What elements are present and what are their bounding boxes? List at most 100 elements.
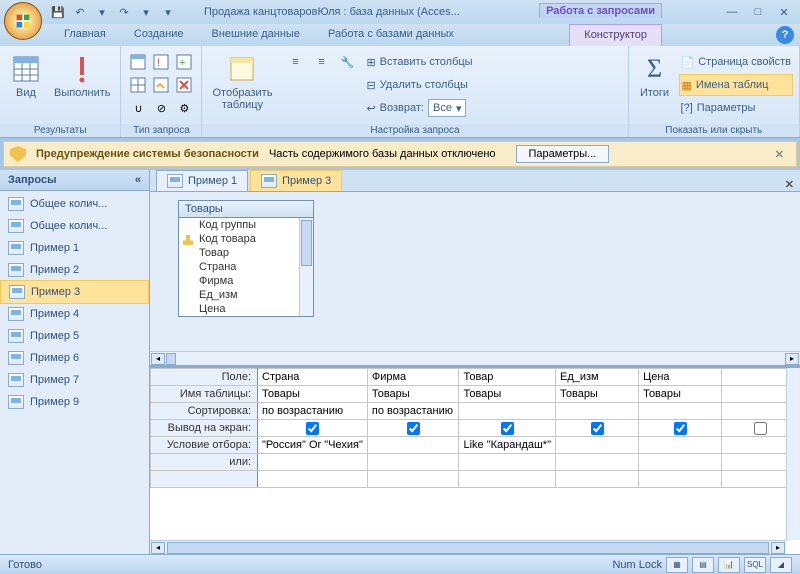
dropdown-icon[interactable]: ▾: [138, 4, 154, 20]
append-query-icon[interactable]: +: [173, 51, 195, 73]
doc-tab[interactable]: Пример 1: [156, 170, 248, 191]
datadef-query-icon[interactable]: ⚙: [173, 97, 195, 119]
nav-item[interactable]: Пример 4: [0, 303, 149, 325]
grid-cell[interactable]: по возрастанию: [258, 403, 368, 420]
table-field[interactable]: Товар: [179, 246, 313, 260]
security-close-button[interactable]: ✕: [769, 148, 790, 161]
grid-cell[interactable]: по возрастанию: [367, 403, 459, 420]
grid-cell[interactable]: Товары: [258, 386, 368, 403]
undo-icon[interactable]: ↶: [72, 4, 88, 20]
table-field[interactable]: Код товара: [179, 232, 313, 246]
grid-cell[interactable]: [367, 420, 459, 437]
nav-item[interactable]: Пример 2: [0, 259, 149, 281]
tab-external[interactable]: Внешние данные: [198, 24, 314, 46]
sql-view-button[interactable]: SQL: [744, 557, 766, 573]
return-combo[interactable]: Все▾: [428, 99, 467, 117]
property-sheet-button[interactable]: 📄Страница свойств: [679, 51, 793, 73]
minimize-button[interactable]: —: [720, 4, 744, 20]
scroll-right-icon[interactable]: ▸: [771, 542, 785, 554]
union-query-icon[interactable]: ∪: [127, 97, 149, 119]
show-checkbox[interactable]: [754, 422, 767, 435]
table-field[interactable]: Цена: [179, 302, 313, 316]
datasheet-view-button[interactable]: ▦: [666, 557, 688, 573]
grid-cell[interactable]: Товары: [459, 386, 556, 403]
tab-close-button[interactable]: ✕: [779, 178, 800, 191]
grid-cell[interactable]: Товар: [459, 369, 556, 386]
delete-rows-icon[interactable]: ≡: [310, 51, 332, 73]
grid-cell[interactable]: Like "Карандаш*": [459, 437, 556, 454]
tab-dbtools[interactable]: Работа с базами данных: [314, 24, 468, 46]
grid-cell[interactable]: [556, 454, 639, 471]
maximize-button[interactable]: □: [746, 4, 770, 20]
grid-cell[interactable]: Фирма: [367, 369, 459, 386]
nav-item[interactable]: Пример 5: [0, 325, 149, 347]
grid-cell[interactable]: [639, 454, 722, 471]
nav-item[interactable]: Пример 9: [0, 391, 149, 413]
show-checkbox[interactable]: [591, 422, 604, 435]
grid-cell[interactable]: [367, 437, 459, 454]
scroll-right-icon[interactable]: ▸: [785, 353, 799, 365]
show-checkbox[interactable]: [674, 422, 687, 435]
grid-cell[interactable]: "Россия" Or "Чехия": [258, 437, 368, 454]
update-query-icon[interactable]: [150, 74, 172, 96]
office-button[interactable]: [4, 2, 42, 40]
crosstab-query-icon[interactable]: [127, 74, 149, 96]
scroll-left-icon[interactable]: ◂: [151, 542, 165, 554]
chart-view-button[interactable]: 📊: [718, 557, 740, 573]
grid-cell[interactable]: [459, 454, 556, 471]
grid-cell[interactable]: Товары: [556, 386, 639, 403]
design-view-button[interactable]: ◢: [770, 557, 792, 573]
chevron-left-icon[interactable]: «: [135, 174, 141, 186]
query-design-upper[interactable]: Товары Код группыКод товараТоварСтранаФи…: [150, 192, 800, 368]
customize-icon[interactable]: ▾: [160, 4, 176, 20]
show-checkbox[interactable]: [407, 422, 420, 435]
grid-cell[interactable]: [639, 437, 722, 454]
insert-columns-button[interactable]: ⊞Вставить столбцы: [364, 51, 474, 73]
scroll-left-icon[interactable]: ◂: [151, 353, 165, 365]
grid-cell[interactable]: Товары: [367, 386, 459, 403]
grid-cell[interactable]: Цена: [639, 369, 722, 386]
nav-item[interactable]: Пример 1: [0, 237, 149, 259]
nav-item[interactable]: Пример 6: [0, 347, 149, 369]
grid-cell[interactable]: [258, 454, 368, 471]
grid-cell[interactable]: [639, 403, 722, 420]
nav-item[interactable]: Пример 7: [0, 369, 149, 391]
delete-columns-button[interactable]: ⊟Удалить столбцы: [364, 74, 474, 96]
redo-icon[interactable]: ↷: [116, 4, 132, 20]
table-field[interactable]: Ед_изм: [179, 288, 313, 302]
grid-cell[interactable]: [258, 420, 368, 437]
grid-cell[interactable]: Страна: [258, 369, 368, 386]
tab-design[interactable]: Конструктор: [569, 24, 662, 46]
run-button[interactable]: Выполнить: [50, 51, 114, 101]
save-icon[interactable]: 💾: [50, 4, 66, 20]
table-names-button[interactable]: ▦Имена таблиц: [679, 74, 793, 96]
passthrough-query-icon[interactable]: ⊘: [150, 97, 172, 119]
show-checkbox[interactable]: [306, 422, 319, 435]
grid-cell[interactable]: [639, 420, 722, 437]
nav-item[interactable]: Общее колич...: [0, 193, 149, 215]
security-options-button[interactable]: Параметры...: [516, 145, 610, 163]
totals-button[interactable]: Σ Итоги: [635, 51, 675, 101]
table-field[interactable]: Страна: [179, 260, 313, 274]
show-table-button[interactable]: Отобразить таблицу: [208, 51, 276, 113]
grid-cell[interactable]: Ед_изм: [556, 369, 639, 386]
nav-header[interactable]: Запросы «: [0, 170, 149, 191]
parameters-button[interactable]: [?]Параметры: [679, 97, 793, 119]
table-box-tovary[interactable]: Товары Код группыКод товараТоварСтранаФи…: [178, 200, 314, 317]
tab-create[interactable]: Создание: [120, 24, 198, 46]
grid-cell[interactable]: [367, 454, 459, 471]
select-query-icon[interactable]: [127, 51, 149, 73]
table-field[interactable]: Код группы: [179, 218, 313, 232]
design-top-hscroll[interactable]: ◂ ▸: [150, 351, 800, 365]
show-checkbox[interactable]: [501, 422, 514, 435]
grid-hscroll[interactable]: ◂ ▸: [150, 540, 786, 554]
grid-cell[interactable]: [459, 471, 556, 488]
table-field[interactable]: Фирма: [179, 274, 313, 288]
grid-cell[interactable]: [459, 403, 556, 420]
insert-rows-icon[interactable]: ≡: [284, 51, 306, 73]
grid-cell[interactable]: [367, 471, 459, 488]
grid-cell[interactable]: [258, 471, 368, 488]
dropdown-icon[interactable]: ▾: [94, 4, 110, 20]
close-button[interactable]: ✕: [772, 4, 796, 20]
grid-cell[interactable]: [639, 471, 722, 488]
